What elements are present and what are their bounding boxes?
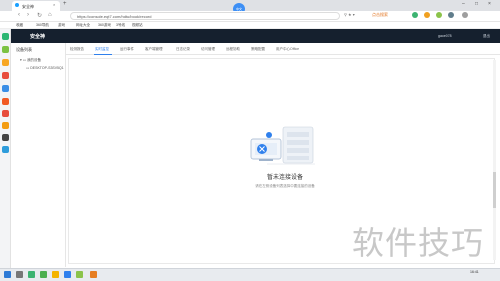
- tab-client-management[interactable]: 客户端管理: [145, 47, 163, 52]
- watermark: 软件技巧: [352, 224, 485, 262]
- empty-state-title: 暂未连接设备: [266, 175, 303, 181]
- tab-remote[interactable]: 远程协助: [226, 47, 240, 52]
- no-device-illustration: [250, 126, 315, 165]
- app-title: 安全神: [30, 34, 46, 40]
- tab-user-center[interactable]: 用户中心Office: [276, 47, 299, 52]
- taskbar-app-icon[interactable]: [28, 271, 35, 278]
- side-app-icon[interactable]: [2, 33, 9, 40]
- url-text: https://console.eqt7.com/hdtu/book/recor…: [77, 14, 152, 19]
- side-app-icon[interactable]: [2, 134, 9, 141]
- tab-logs[interactable]: 日志记录: [176, 47, 190, 52]
- empty-state-description: 请在左侧设备列表选择中要连接的设备: [255, 184, 315, 188]
- start-icon[interactable]: [4, 271, 11, 278]
- active-tab-indicator: [94, 54, 112, 55]
- tree-node-label: DESKTOP-S3SV5Q1: [30, 66, 64, 70]
- bookmark-item[interactable]: 3号线: [116, 23, 125, 28]
- url-input[interactable]: https://console.eqt7.com/hdtu/book/recor…: [70, 12, 340, 20]
- new-tab-button[interactable]: +: [63, 1, 67, 7]
- bookmarks-bar: [0, 22, 500, 29]
- side-app-icon[interactable]: [2, 98, 9, 105]
- tree-node-label: 我的设备: [27, 58, 42, 62]
- taskbar-app-icon[interactable]: [76, 271, 83, 278]
- window-maximize-button[interactable]: □: [475, 1, 478, 7]
- extension-icon[interactable]: [424, 12, 430, 18]
- link-dot-icon: [266, 132, 272, 138]
- home-icon[interactable]: ⌂: [48, 12, 52, 18]
- window-minimize-button[interactable]: –: [462, 1, 465, 7]
- forward-icon[interactable]: ›: [27, 12, 29, 18]
- device-list-title: 设备列表: [16, 47, 32, 52]
- browser-tab-title: 安全神: [22, 4, 34, 9]
- taskbar: [0, 268, 500, 281]
- extension-icon[interactable]: [412, 12, 418, 18]
- browser-tab-bar: [0, 0, 500, 11]
- bookmark-item[interactable]: 网址大全: [76, 23, 90, 28]
- taskbar-clock: 16:41: [470, 270, 479, 274]
- taskbar-app-icon[interactable]: [90, 271, 97, 278]
- side-app-icon[interactable]: [2, 72, 9, 79]
- tab-favicon-icon: [15, 3, 19, 7]
- taskbar-app-icon[interactable]: [52, 271, 59, 278]
- tab-realtime-monitor[interactable]: 实时监控: [95, 47, 109, 52]
- search-hint[interactable]: 点击搜索: [372, 12, 388, 18]
- side-app-icon[interactable]: [2, 46, 9, 53]
- bookmark-item[interactable]: 收藏: [16, 23, 23, 28]
- scrollbar-thumb[interactable]: [493, 172, 496, 208]
- device-list-panel: [11, 43, 66, 267]
- user-name[interactable]: gaoe078: [438, 34, 452, 38]
- tab-policy[interactable]: 策略配置: [251, 47, 265, 52]
- tree-node-my-devices[interactable]: ▾ ▭ 我的设备: [20, 58, 41, 63]
- bookmark-item[interactable]: 360导航: [36, 23, 49, 28]
- logout-link[interactable]: 退出: [483, 34, 490, 39]
- bookmark-item[interactable]: 游戏: [58, 23, 65, 28]
- tree-node-device[interactable]: ▭ DESKTOP-S3SV5Q1: [26, 66, 64, 70]
- url-actions[interactable]: ⚲ ★ ▾: [344, 12, 355, 17]
- tab-close-icon[interactable]: ×: [53, 2, 55, 7]
- side-app-icon[interactable]: [2, 146, 9, 153]
- extension-icon[interactable]: [436, 12, 442, 18]
- side-app-icon[interactable]: [2, 85, 9, 92]
- tab-report[interactable]: 检测报告: [70, 47, 84, 52]
- app-header: [11, 29, 500, 43]
- taskbar-app-icon[interactable]: [40, 271, 47, 278]
- menu-icon[interactable]: [462, 12, 468, 18]
- side-app-icon[interactable]: [2, 110, 9, 117]
- scrollbar-track[interactable]: [493, 60, 496, 260]
- tab-access[interactable]: 访问管理: [201, 47, 215, 52]
- bookmark-item[interactable]: 360游戏: [98, 23, 111, 28]
- bookmark-item[interactable]: 视频站: [132, 23, 143, 28]
- taskbar-app-icon[interactable]: [64, 271, 71, 278]
- back-icon[interactable]: ‹: [18, 12, 20, 18]
- extension-icon[interactable]: [448, 12, 454, 18]
- taskview-icon[interactable]: [16, 271, 23, 278]
- tab-events[interactable]: 运行事件: [120, 47, 134, 52]
- folder-icon: ▾ ▭: [20, 58, 28, 62]
- reload-icon[interactable]: ↻: [37, 12, 42, 19]
- side-app-icon[interactable]: [2, 122, 9, 129]
- side-app-icon[interactable]: [2, 59, 9, 66]
- window-close-button[interactable]: ×: [488, 1, 491, 7]
